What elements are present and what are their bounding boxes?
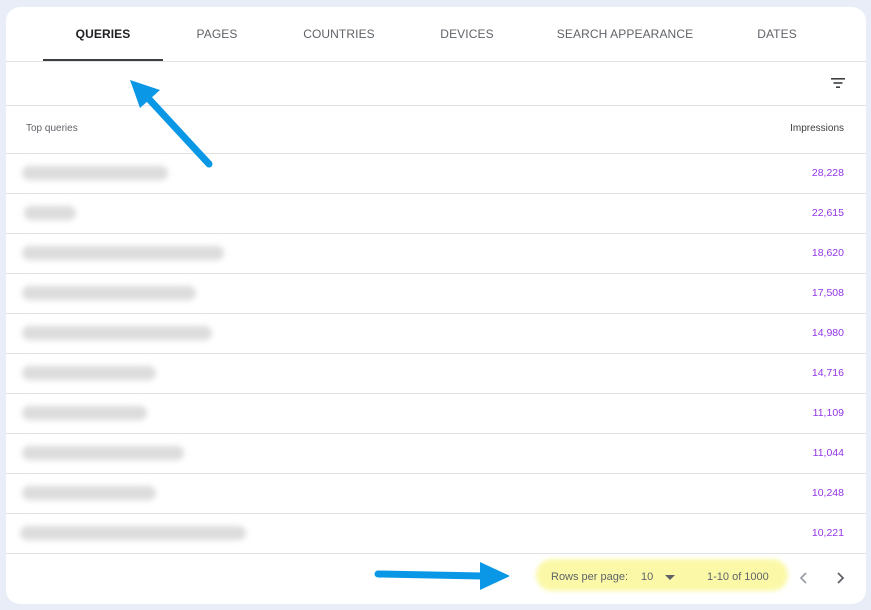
tab-countries[interactable]: COUNTRIES [283,7,395,61]
table-row[interactable]: 10,221 [6,514,866,554]
table-row[interactable]: 10,248 [6,474,866,514]
redacted-query [20,526,246,540]
table-row[interactable]: 14,716 [6,354,866,394]
table-pagination: Rows per page: 10 1-10 of 1000 [6,555,866,604]
chevron-left-icon [799,572,807,584]
redacted-query [22,366,156,380]
rows-per-page-label: Rows per page: [551,571,629,583]
dropdown-caret-icon[interactable] [665,575,675,580]
active-tab-indicator [43,59,163,61]
impressions-value: 22,615 [811,207,844,219]
table-row[interactable]: 14,980 [6,314,866,354]
table-row[interactable]: 17,508 [6,274,866,314]
tab-dates[interactable]: DATES [739,7,815,61]
impressions-value: 11,044 [812,447,844,459]
table-header: Top queries Impressions [6,106,866,154]
dimension-tab-bar: QUERIES PAGES COUNTRIES DEVICES SEARCH A… [6,7,866,62]
next-page-button[interactable] [828,566,852,590]
table-row[interactable]: 22,615 [6,194,866,234]
tab-search-appearance[interactable]: SEARCH APPEARANCE [546,7,704,61]
tab-devices[interactable]: DEVICES [421,7,513,61]
redacted-query [22,326,212,340]
column-header-impressions[interactable]: Impressions [790,123,844,134]
impressions-value: 11,109 [812,407,844,419]
redacted-query [22,166,168,180]
redacted-query [22,286,196,300]
redacted-query [22,406,147,420]
performance-report-card: QUERIES PAGES COUNTRIES DEVICES SEARCH A… [6,7,866,604]
impressions-value: 14,980 [811,327,844,339]
pagination-range: 1-10 of 1000 [707,571,769,583]
impressions-value: 10,221 [811,527,844,539]
impressions-value: 14,716 [811,367,844,379]
table-row[interactable]: 11,109 [6,394,866,434]
table-row[interactable]: 18,620 [6,234,866,274]
impressions-value: 28,228 [811,167,844,179]
table-row[interactable]: 11,044 [6,434,866,474]
impressions-value: 18,620 [811,247,844,259]
redacted-query [22,486,156,500]
redacted-query [24,206,76,220]
redacted-query [22,446,184,460]
table-row[interactable]: 28,228 [6,154,866,194]
previous-page-button[interactable] [792,566,816,590]
impressions-value: 10,248 [811,487,844,499]
table-toolbar [6,62,866,106]
impressions-value: 17,508 [811,287,844,299]
filter-list-icon[interactable] [828,73,848,93]
table-body: 28,228 22,615 18,620 17,508 14,980 14,71… [6,154,866,554]
redacted-query [22,246,224,260]
column-header-top-queries[interactable]: Top queries [26,123,78,134]
tab-pages[interactable]: PAGES [178,7,256,61]
rows-per-page-select[interactable]: 10 [641,571,653,583]
chevron-right-icon [837,572,845,584]
tab-queries[interactable]: QUERIES [43,7,163,61]
